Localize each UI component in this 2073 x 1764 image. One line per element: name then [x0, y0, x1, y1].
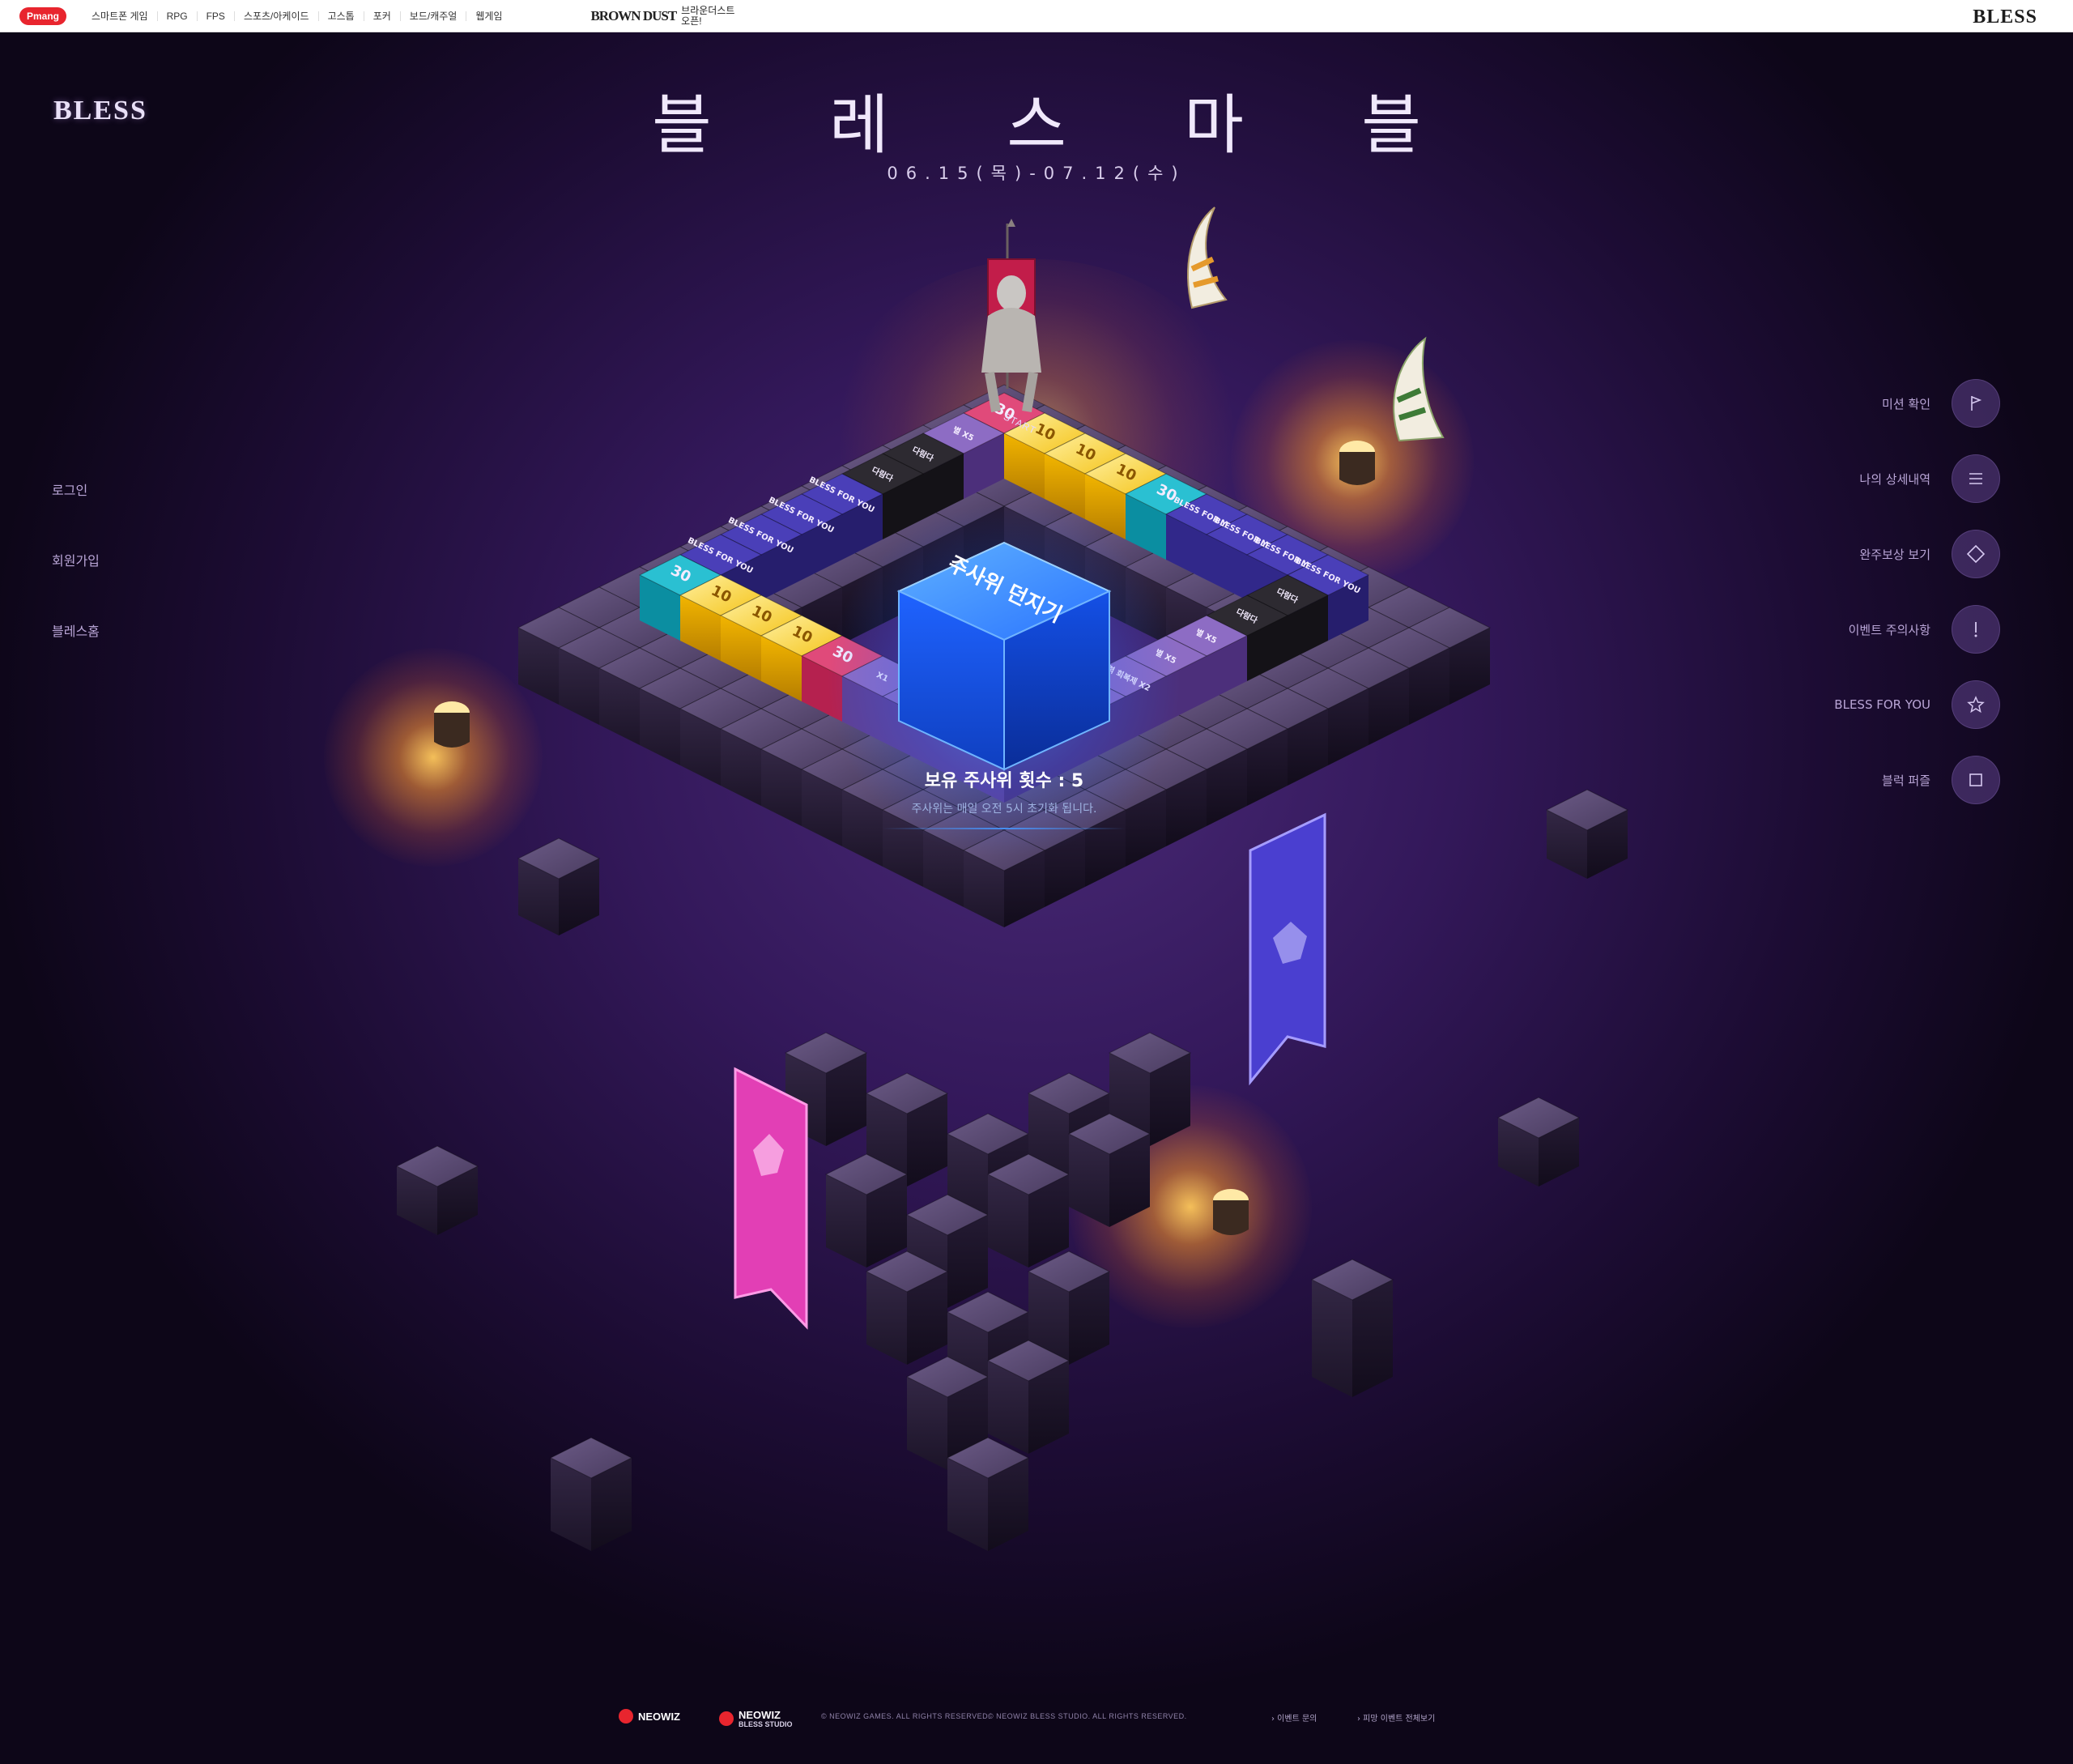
gnb-item-rpg[interactable]: RPG	[158, 11, 198, 21]
floating-cube	[1545, 789, 1629, 879]
global-nav-bar: Pmang 스마트폰 게임 RPG FPS 스포츠/아케이드 고스톱 포커 보드…	[0, 0, 2073, 32]
floating-cube	[395, 1145, 479, 1235]
candle	[1339, 441, 1375, 485]
signup-link[interactable]: 회원가입	[52, 550, 100, 569]
right-nav: 미션 확인 나의 상세내역 완주보상 보기 이벤트 주의사항 BLESS FOR…	[1834, 379, 2000, 831]
event-inquiry-link[interactable]: › 이벤트 문의	[1271, 1711, 1317, 1724]
neowiz-logo[interactable]: NEOWIZ	[619, 1709, 680, 1724]
pmang-logo[interactable]: Pmang	[19, 6, 66, 25]
neowiz-bless-studio-logo[interactable]: NEOWIZ BLESS STUDIO	[719, 1709, 793, 1728]
board-cube	[865, 1251, 949, 1365]
promo-logo: BROWN DUST	[590, 7, 677, 23]
left-nav: 로그인 회원가입 블레스홈	[52, 479, 100, 691]
event-notice-label: 이벤트 주의사항	[1848, 622, 1930, 637]
board-cube	[1067, 1113, 1151, 1227]
promo-banner[interactable]: BROWN DUST 브라운더스트 오픈!	[590, 4, 738, 27]
event-period: 06.15(목)-07.12(수)	[887, 164, 1186, 183]
dice-count: 보유 주사위 횟수 : 5	[924, 771, 1084, 791]
footer: NEOWIZ NEOWIZ BLESS STUDIO © NEOWIZ GAME…	[0, 1709, 2073, 1728]
dice-count-divider	[883, 828, 1126, 829]
gnb-item-smartphone[interactable]: 스마트폰 게임	[83, 11, 158, 21]
board-cube	[824, 1153, 909, 1268]
gnb-item-gostop[interactable]: 고스톱	[319, 11, 364, 21]
bless-for-you-label: BLESS FOR YOU	[1834, 697, 1930, 712]
gnb-item-board[interactable]: 보드/캐주얼	[401, 11, 467, 21]
neowiz-bless-studio-text: NEOWIZ BLESS STUDIO	[739, 1709, 793, 1728]
dice-roll-button[interactable]: 주사위 던지기	[891, 535, 1117, 778]
completion-reward-label: 완주보상 보기	[1859, 547, 1930, 562]
bless-studio-sub: BLESS STUDIO	[739, 1720, 793, 1728]
star-icon	[1952, 680, 2000, 729]
bless-home-link[interactable]: 블레스홈	[52, 620, 100, 640]
bless-for-you-button[interactable]: BLESS FOR YOU	[1834, 680, 2000, 729]
menu-icon	[1952, 454, 2000, 503]
horn-left	[1187, 207, 1228, 309]
copyright-neowiz: © NEOWIZ GAMES. ALL RIGHTS RESERVED.	[821, 1712, 991, 1720]
floating-cube	[549, 1437, 633, 1551]
floating-cube	[517, 837, 601, 935]
gnb-menu: 스마트폰 게임 RPG FPS 스포츠/아케이드 고스톱 포커 보드/캐주얼 웹…	[83, 11, 511, 21]
my-history-label: 나의 상세내역	[1859, 471, 1930, 487]
block-puzzle-label: 블럭 퍼즐	[1882, 773, 1930, 788]
board-cube	[946, 1437, 1030, 1551]
my-history-button[interactable]: 나의 상세내역	[1834, 454, 2000, 503]
all-events-link[interactable]: › 피망 이벤트 전체보기	[1357, 1711, 1435, 1724]
pink-banner	[734, 1067, 808, 1330]
gnb-item-poker[interactable]: 포커	[364, 11, 401, 21]
marble-game-board: 30 10 별 X5 10 다람다 10 다람다 30 BLESS FOR YOU BLESS F…	[324, 194, 1636, 1668]
neowiz-logo-text: NEOWIZ	[638, 1710, 680, 1723]
neowiz-bless-studio-name: NEOWIZ	[739, 1709, 781, 1721]
copyright-bless-studio: © NEOWIZ BLESS STUDIO. ALL RIGHTS RESERV…	[988, 1712, 1187, 1720]
board-cube	[986, 1153, 1071, 1268]
mission-check-label: 미션 확인	[1882, 396, 1930, 411]
knight-piece	[981, 219, 1041, 412]
neowiz-dot-icon	[719, 1711, 734, 1726]
board-cube	[986, 1340, 1071, 1454]
event-title: 블 레 스 마 블	[652, 87, 1470, 163]
mission-check-button[interactable]: 미션 확인	[1834, 379, 2000, 428]
completion-reward-button[interactable]: 완주보상 보기	[1834, 530, 2000, 578]
gnb-item-fps[interactable]: FPS	[198, 11, 235, 21]
login-link[interactable]: 로그인	[52, 479, 100, 499]
neowiz-dot-icon	[619, 1709, 633, 1724]
floating-cube	[1310, 1259, 1394, 1397]
diamond-icon	[1952, 530, 2000, 578]
candle	[434, 701, 470, 748]
floating-cube	[1496, 1097, 1581, 1187]
dice-count-panel: 보유 주사위 횟수 : 5 주사위는 매일 오전 5시 초기화 됩니다.	[810, 766, 1198, 829]
flag-icon	[1952, 379, 2000, 428]
gnb-item-sports[interactable]: 스포츠/아케이드	[235, 11, 319, 21]
dice-reset-notice: 주사위는 매일 오전 5시 초기화 됩니다.	[911, 803, 1097, 816]
horn-right	[1393, 336, 1445, 442]
gnb-bless-logo[interactable]: BLESS	[1973, 6, 2037, 28]
event-notice-button[interactable]: 이벤트 주의사항	[1834, 605, 2000, 654]
exclamation-icon	[1952, 605, 2000, 654]
blue-banner	[1249, 812, 1326, 1086]
gnb-item-webgame[interactable]: 웹게임	[466, 11, 511, 21]
block-puzzle-button[interactable]: 블럭 퍼즐	[1834, 756, 2000, 804]
square-icon	[1952, 756, 2000, 804]
candle	[1213, 1189, 1249, 1235]
promo-text: 브라운더스트 오픈!	[681, 4, 735, 27]
